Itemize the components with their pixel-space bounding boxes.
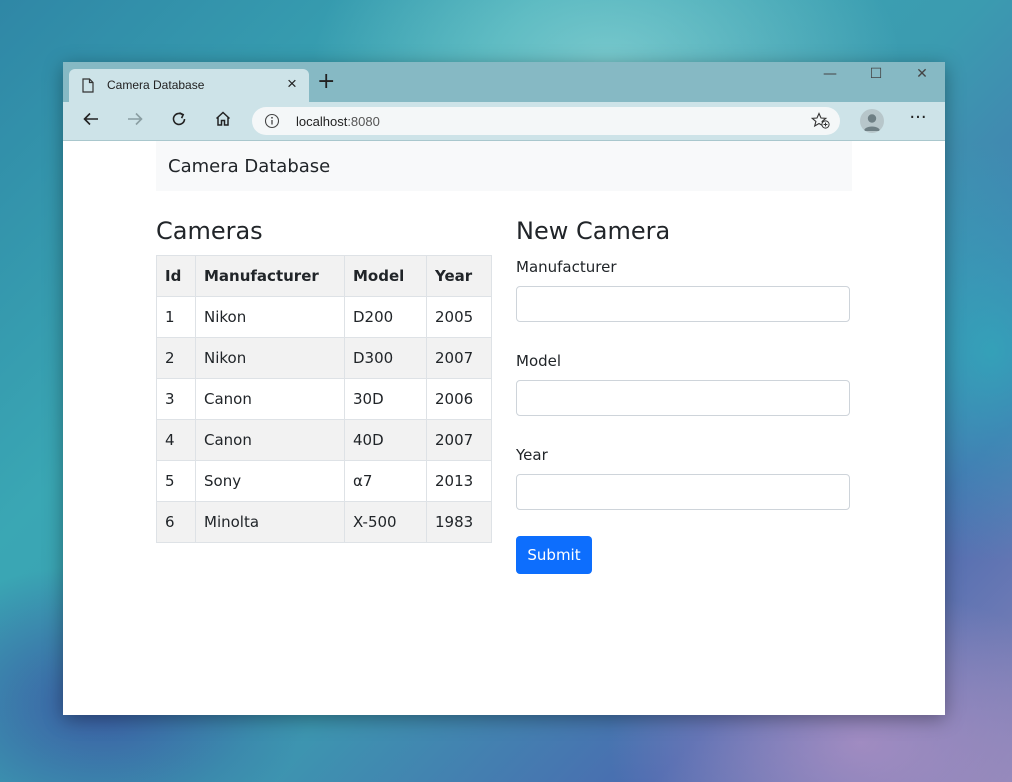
table-row: 4 Canon 40D 2007 <box>156 419 492 461</box>
cell-year: 2006 <box>426 378 492 420</box>
url-port: :8080 <box>347 114 380 129</box>
url-host: localhost <box>296 114 348 129</box>
table-row: 5 Sony α7 2013 <box>156 460 492 502</box>
column-header-model: Model <box>344 255 427 297</box>
cell-year: 2007 <box>426 337 492 379</box>
cell-manufacturer: Sony <box>195 460 345 502</box>
cell-id: 5 <box>156 460 196 502</box>
cell-model: 40D <box>344 419 427 461</box>
refresh-button[interactable] <box>165 109 193 133</box>
browser-tab[interactable]: Camera Database × <box>69 69 309 102</box>
column-header-year: Year <box>426 255 492 297</box>
table-row: 6 Minolta X-500 1983 <box>156 501 492 543</box>
home-button[interactable] <box>209 109 237 133</box>
cell-id: 1 <box>156 296 196 338</box>
table-header-row: Id Manufacturer Model Year <box>156 255 492 297</box>
tab-close-icon[interactable]: × <box>287 75 297 92</box>
add-favorite-star-icon[interactable] <box>810 112 831 133</box>
cell-year: 2005 <box>426 296 492 338</box>
cell-model: D300 <box>344 337 427 379</box>
manufacturer-input[interactable] <box>516 286 850 322</box>
home-icon <box>215 111 231 126</box>
submit-button[interactable]: Submit <box>516 536 592 574</box>
cell-id: 4 <box>156 419 196 461</box>
navbar: Camera Database <box>156 141 852 191</box>
model-label: Model <box>516 352 562 370</box>
cell-manufacturer: Canon <box>195 378 345 420</box>
year-input[interactable] <box>516 474 850 510</box>
minimize-button[interactable]: — <box>815 66 845 88</box>
cell-manufacturer: Nikon <box>195 296 345 338</box>
table-row: 1 Nikon D200 2005 <box>156 296 492 338</box>
cell-model: D200 <box>344 296 427 338</box>
cell-year: 1983 <box>426 501 492 543</box>
new-camera-heading: New Camera <box>516 217 671 245</box>
cell-year: 2007 <box>426 419 492 461</box>
back-button[interactable] <box>77 109 105 133</box>
model-input[interactable] <box>516 380 850 416</box>
forward-arrow-icon <box>128 112 143 126</box>
back-arrow-icon <box>83 112 98 126</box>
cell-manufacturer: Canon <box>195 419 345 461</box>
cell-id: 3 <box>156 378 196 420</box>
cell-model: 30D <box>344 378 427 420</box>
title-bar: Camera Database × + — ☐ ✕ <box>63 62 945 102</box>
manufacturer-label: Manufacturer <box>516 258 617 276</box>
address-bar[interactable]: localhost:8080 <box>252 107 840 135</box>
cell-year: 2013 <box>426 460 492 502</box>
cell-model: α7 <box>344 460 427 502</box>
column-header-manufacturer: Manufacturer <box>195 255 345 297</box>
year-label: Year <box>516 446 548 464</box>
cameras-heading: Cameras <box>156 217 263 245</box>
url-text: localhost:8080 <box>296 114 380 129</box>
cell-model: X-500 <box>344 501 427 543</box>
column-header-id: Id <box>156 255 196 297</box>
browser-window: Camera Database × + — ☐ ✕ localhost:8080… <box>63 62 945 715</box>
cell-id: 6 <box>156 501 196 543</box>
document-icon <box>82 78 94 96</box>
cell-manufacturer: Nikon <box>195 337 345 379</box>
cell-manufacturer: Minolta <box>195 501 345 543</box>
new-tab-button[interactable]: + <box>317 71 335 93</box>
info-icon[interactable] <box>264 113 280 132</box>
cameras-table: Id Manufacturer Model Year 1 Nikon D200 … <box>156 255 492 543</box>
table-row: 3 Canon 30D 2006 <box>156 378 492 420</box>
maximize-button[interactable]: ☐ <box>861 66 891 88</box>
close-window-button[interactable]: ✕ <box>907 66 937 88</box>
web-page: Camera Database Cameras Id Manufacturer … <box>63 141 945 715</box>
forward-button[interactable] <box>121 109 149 133</box>
cell-id: 2 <box>156 337 196 379</box>
profile-avatar-icon[interactable] <box>860 109 884 133</box>
more-options-button[interactable]: ··· <box>905 108 931 132</box>
tab-title: Camera Database <box>107 78 205 92</box>
browser-toolbar: localhost:8080 ··· <box>63 102 945 141</box>
refresh-icon <box>172 112 186 126</box>
table-row: 2 Nikon D300 2007 <box>156 337 492 379</box>
navbar-brand-link[interactable]: Camera Database <box>168 156 330 177</box>
